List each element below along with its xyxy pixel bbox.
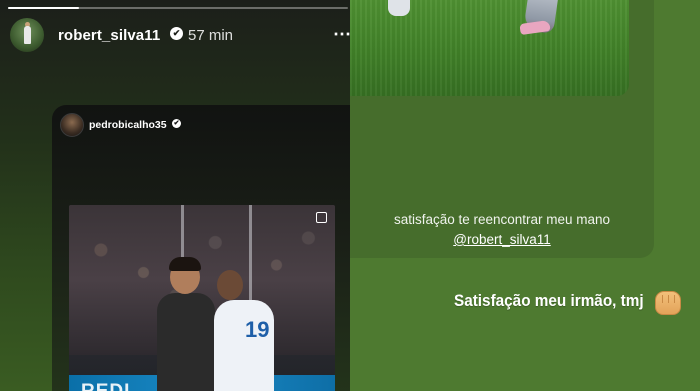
mention-link[interactable]: @robert_silva11 [453,230,551,250]
right-story-panel[interactable]: satisfação te reencontrar meu mano @robe… [350,0,700,391]
shared-post-username[interactable]: pedrobicalho35 [89,119,167,131]
player-white-kit [214,300,274,391]
fist-bump-emoji-icon [655,291,681,315]
shared-post-card[interactable]: pedrobicalho35 ✔ REDI 19 [52,105,350,391]
fist-knuckle-line [668,295,669,303]
player-dark-hair [169,257,201,271]
reshared-story-card[interactable]: satisfação te reencontrar meu mano @robe… [350,0,654,258]
avatar-figure [24,26,31,44]
verified-badge-icon: ✔ [170,27,183,40]
story-timestamp: 57 min [188,27,234,44]
verified-badge-icon: ✔ [172,119,181,128]
fist-knuckle-line [662,295,663,303]
gallery-icon [316,212,327,223]
avatar[interactable] [10,18,44,52]
photo-banner-text: REDI [81,381,130,391]
player-jersey-number: 19 [245,317,270,342]
story-header: robert_silva11 ✔ 57 min ⋯ [10,18,350,54]
left-story-panel[interactable]: robert_silva11 ✔ 57 min ⋯ pedrobicalho35… [0,0,350,391]
story-username[interactable]: robert_silva11 [58,27,160,44]
player-sock [388,0,410,16]
more-options-icon[interactable]: ⋯ [332,22,350,46]
reshared-story-photo [350,0,629,96]
shared-post-avatar[interactable] [60,113,84,137]
story-caption: satisfação te reencontrar meu mano @robe… [350,210,654,250]
story-progress-track [8,7,348,9]
shared-post-photo[interactable]: REDI 19 [69,205,335,391]
player-white-head [217,270,243,300]
story-progress-fill [8,7,80,9]
player-boot [519,19,551,36]
fist-knuckle-line [674,295,675,303]
caption-line: satisfação te reencontrar meu mano [393,212,611,227]
reply-text: Satisfação meu irmão, tmj [454,291,644,310]
player-dark-kit [157,293,215,391]
